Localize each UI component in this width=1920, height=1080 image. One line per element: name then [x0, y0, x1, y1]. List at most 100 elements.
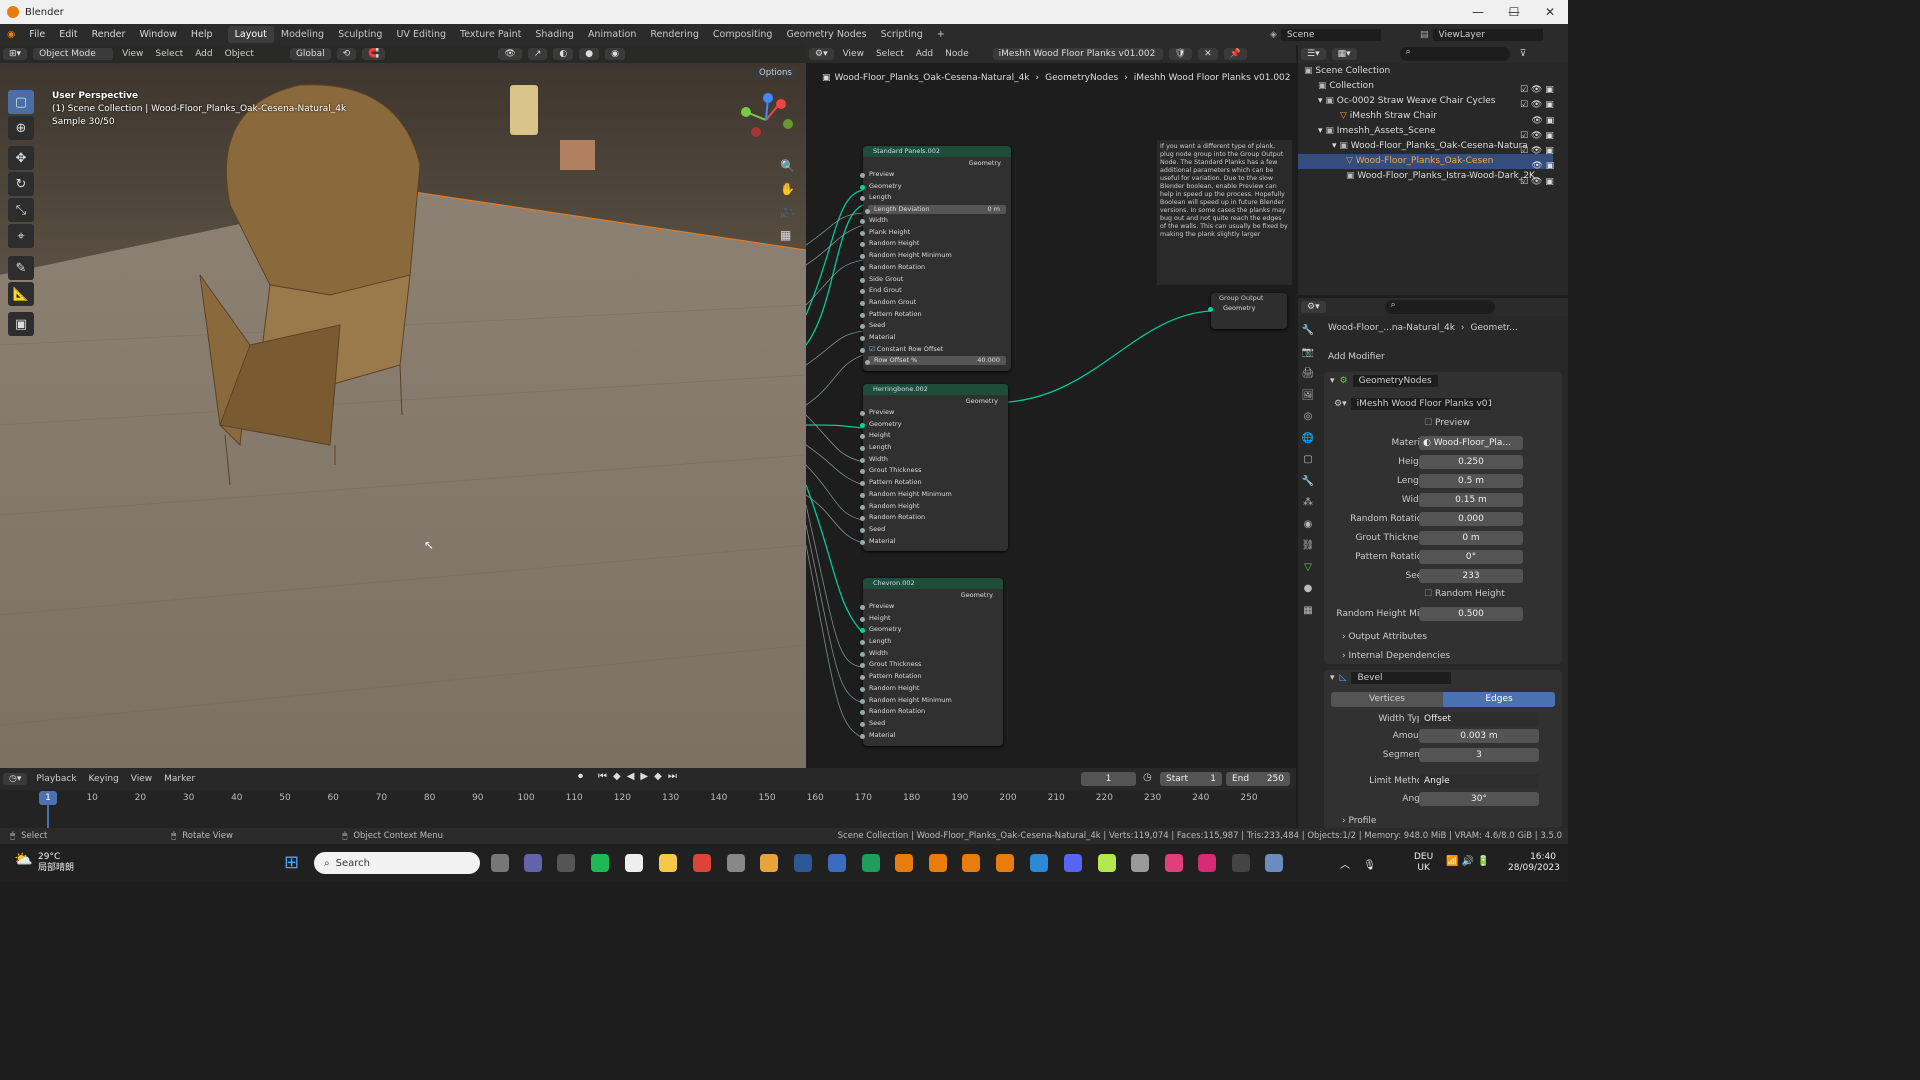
- navigation-gizmo[interactable]: [736, 90, 796, 150]
- annotate-tool-icon[interactable]: ✎: [8, 256, 34, 280]
- add-modifier-button[interactable]: Add Modifier: [1324, 349, 1562, 366]
- socket-side-grout[interactable]: Side Grout: [860, 274, 1011, 286]
- spotify-icon[interactable]: [591, 854, 609, 872]
- node-tree-icon[interactable]: ⚙▾: [1334, 399, 1347, 409]
- editor-type-icon[interactable]: ⊞▾: [3, 48, 28, 60]
- ne-menu-node[interactable]: Node: [945, 49, 969, 59]
- random-height-checkbox[interactable]: ☐ Random Height: [1424, 589, 1505, 599]
- hb-socket-seed[interactable]: Seed: [860, 524, 1008, 536]
- node-herringbone[interactable]: Herringbone.002 Geometry Preview Geometr…: [860, 384, 1008, 551]
- fake-user-shield-icon[interactable]: 🛡: [1168, 48, 1193, 60]
- checkbox-constant-row-offset[interactable]: ☑ Constant Row Offset: [860, 344, 1011, 356]
- vertices-toggle[interactable]: Vertices: [1331, 692, 1443, 707]
- socket-random-rotation[interactable]: Random Rotation: [860, 262, 1011, 274]
- shading-rendered-icon[interactable]: ◉: [605, 48, 625, 60]
- jump-start-icon[interactable]: ⏮: [598, 771, 607, 782]
- prev-keyframe-icon[interactable]: ◆: [613, 771, 621, 782]
- weather-widget[interactable]: ⛅ 29°C 局部晴朗: [14, 852, 74, 874]
- preview-checkbox[interactable]: ☐ Preview: [1424, 418, 1470, 428]
- playhead[interactable]: 1: [39, 791, 57, 805]
- system-tray[interactable]: 📶 🔊 🔋: [1446, 856, 1490, 867]
- constraints-tab-icon[interactable]: ⛓: [1298, 535, 1318, 557]
- gn-modifier-name[interactable]: GeometryNodes: [1352, 375, 1438, 387]
- field-pattern-rotation[interactable]: 0°: [1419, 550, 1523, 564]
- ch-socket-random-height-min[interactable]: Random Height Minimum: [860, 695, 1003, 707]
- menu-file[interactable]: File: [22, 29, 52, 40]
- field-seed[interactable]: 233: [1419, 569, 1523, 583]
- blender-icon-3[interactable]: [962, 854, 980, 872]
- random-height-min-field[interactable]: 0.500: [1419, 607, 1523, 621]
- limit-method-select[interactable]: Angle: [1419, 774, 1539, 788]
- ch-socket-pattern-rotation[interactable]: Pattern Rotation: [860, 671, 1003, 683]
- field-length[interactable]: 0.5 m: [1419, 474, 1523, 488]
- transform-tool-icon[interactable]: ⌖: [8, 224, 34, 248]
- tab-layout[interactable]: Layout: [227, 26, 274, 43]
- edges-toggle[interactable]: Edges: [1443, 692, 1555, 707]
- hb-socket-height[interactable]: Height: [860, 430, 1008, 442]
- hb-socket-random-height-min[interactable]: Random Height Minimum: [860, 489, 1008, 501]
- measure-tool-icon[interactable]: 📐: [8, 282, 34, 306]
- next-keyframe-icon[interactable]: ◆: [654, 771, 662, 782]
- visibility-eye-icon[interactable]: ☑ 👁 ▣: [1520, 83, 1554, 98]
- tool-tab-icon[interactable]: 🔧: [1298, 320, 1318, 342]
- socket-random-grout[interactable]: Random Grout: [860, 297, 1011, 309]
- start-frame-field[interactable]: Start 1: [1160, 772, 1222, 786]
- tab-texture-paint[interactable]: Texture Paint: [453, 26, 528, 43]
- maximize-button[interactable]: ☐: [1496, 0, 1532, 24]
- mode-select[interactable]: Object Mode: [33, 48, 114, 60]
- language-indicator[interactable]: DEU UK: [1414, 852, 1433, 874]
- vp-menu-select[interactable]: Select: [155, 49, 183, 59]
- node-standard-panels[interactable]: Standard Panels.002 Geometry Preview Geo…: [860, 146, 1011, 371]
- add-workspace-icon[interactable]: +: [930, 26, 952, 43]
- tab-compositing[interactable]: Compositing: [706, 26, 780, 43]
- breadcrumb-modifier[interactable]: GeometryNodes: [1045, 73, 1118, 83]
- 3d-viewport[interactable]: [0, 45, 806, 768]
- windows-start-icon[interactable]: ⊞: [284, 853, 304, 873]
- outliner-row-oak-cesena-object[interactable]: ▽ Wood-Floor_Planks_Oak-Cesen: [1298, 154, 1553, 169]
- visibility-eye-icon[interactable]: ☑ 👁 ▣: [1520, 98, 1554, 113]
- options-button[interactable]: Options: [753, 67, 798, 79]
- store-icon[interactable]: [557, 854, 575, 872]
- taskbar-search[interactable]: ⌕ Search: [314, 852, 480, 874]
- hb-socket-grout[interactable]: Grout Thickness: [860, 465, 1008, 477]
- hb-socket-random-height[interactable]: Random Height: [860, 501, 1008, 513]
- collapse-chevron-icon[interactable]: ▾: [1330, 673, 1335, 683]
- outliner-row-collection[interactable]: ▣ Collection: [1318, 79, 1374, 94]
- ch-socket-random-rotation[interactable]: Random Rotation: [860, 706, 1003, 718]
- outliner-search-input[interactable]: ⌕: [1399, 47, 1510, 61]
- breadcrumb-object[interactable]: Wood-Floor_Planks_Oak-Cesena-Natural_4k: [835, 73, 1030, 83]
- rotate-tool-icon[interactable]: ↻: [8, 172, 34, 196]
- substance-icon[interactable]: [1098, 854, 1116, 872]
- socket-plank-height[interactable]: Plank Height: [860, 227, 1011, 239]
- record-icon[interactable]: ⏺: [578, 771, 583, 782]
- move-tool-icon[interactable]: ✥: [8, 146, 34, 170]
- play-icon[interactable]: ▶: [640, 771, 648, 782]
- visibility-icon[interactable]: 👁: [498, 48, 522, 60]
- microphone-icon[interactable]: 🎙: [1363, 860, 1376, 871]
- ch-socket-length[interactable]: Length: [860, 636, 1003, 648]
- ne-menu-add[interactable]: Add: [916, 49, 933, 59]
- pivot-icon[interactable]: ⟲: [336, 48, 357, 60]
- snap-icon[interactable]: 🧲: [362, 48, 386, 60]
- blender-icon-2[interactable]: [929, 854, 947, 872]
- tab-shading[interactable]: Shading: [528, 26, 581, 43]
- camera-icon[interactable]: 🎥: [780, 201, 795, 224]
- outliner-row-oak-cesena-collection[interactable]: ▾ ▣ Wood-Floor_Planks_Oak-Cesena-Natura: [1332, 139, 1528, 154]
- tab-scripting[interactable]: Scripting: [874, 26, 930, 43]
- profile-subpanel[interactable]: › Profile: [1342, 816, 1376, 826]
- display-mode-icon[interactable]: ▦▾: [1331, 48, 1357, 60]
- field-length-deviation[interactable]: Length Deviation 0 m: [865, 205, 1006, 215]
- hb-socket-width[interactable]: Width: [860, 454, 1008, 466]
- instagram-icon[interactable]: [1198, 854, 1216, 872]
- timeline-menu-marker[interactable]: Marker: [164, 774, 195, 784]
- object-tab-icon[interactable]: ▢: [1298, 449, 1318, 471]
- hb-socket-pattern-rotation[interactable]: Pattern Rotation: [860, 477, 1008, 489]
- grid-icon[interactable]: ▦: [780, 224, 795, 247]
- cursor-tool-icon[interactable]: ⊕: [8, 116, 34, 140]
- pin-icon[interactable]: 📌: [1223, 48, 1247, 60]
- tab-modeling[interactable]: Modeling: [274, 26, 331, 43]
- notion-icon[interactable]: [625, 854, 643, 872]
- file-explorer-icon[interactable]: [659, 854, 677, 872]
- end-frame-field[interactable]: End 250: [1226, 772, 1290, 786]
- properties-editor-icon[interactable]: ⚙▾: [1301, 301, 1326, 313]
